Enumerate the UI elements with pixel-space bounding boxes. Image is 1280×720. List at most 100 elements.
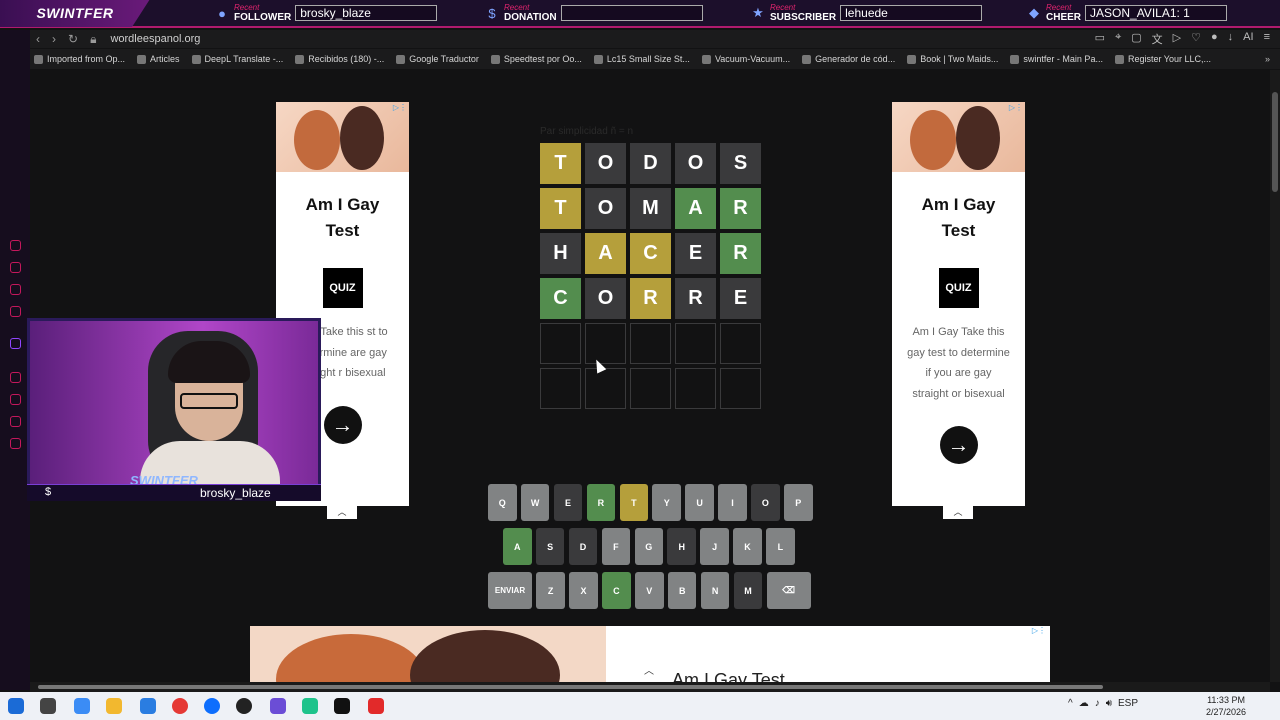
app-icon[interactable]	[236, 698, 252, 714]
download-icon[interactable]: ↓	[1228, 31, 1234, 47]
sidebar-icon-1[interactable]	[10, 240, 21, 251]
mic-icon[interactable]: ♪	[1095, 698, 1100, 709]
key-s[interactable]: S	[535, 528, 565, 565]
heart-icon[interactable]: ♡	[1191, 31, 1201, 47]
menu-icon[interactable]: ≡	[1264, 31, 1270, 47]
bookmark-favicon-icon	[137, 54, 147, 64]
arrow-right-icon[interactable]: →	[939, 426, 978, 464]
bookmark-item[interactable]: Register Your LLC,...	[1114, 54, 1211, 64]
key-w[interactable]: W	[520, 484, 550, 521]
clock[interactable]: 11:33 PM 2/27/2026	[1206, 694, 1246, 718]
backspace-key[interactable]: ⌫	[766, 572, 811, 609]
sidebar-icon-5[interactable]	[10, 372, 21, 383]
ad-choices-icon[interactable]: ▷⋮	[393, 103, 407, 112]
file-explorer-icon[interactable]	[106, 698, 122, 714]
sidebar-icon-7[interactable]	[10, 416, 21, 427]
snapshot-icon[interactable]: ▭	[1095, 31, 1105, 47]
settings-icon[interactable]	[10, 438, 21, 449]
sidebar-icon-6[interactable]	[10, 394, 21, 405]
copilot-icon[interactable]	[74, 698, 90, 714]
key-g[interactable]: G	[634, 528, 664, 565]
key-t[interactable]: T	[619, 484, 649, 521]
enter-key[interactable]: ENVIAR	[488, 572, 532, 609]
task-view-icon[interactable]	[40, 698, 56, 714]
ad-right[interactable]: ▷⋮ Am I Gay Test QUIZ Am I Gay Take this…	[892, 102, 1025, 506]
bookmark-item[interactable]: Recibidos (180) -...	[295, 54, 384, 64]
forward-icon[interactable]: ›	[52, 32, 56, 46]
opera-icon[interactable]	[172, 698, 188, 714]
bookmark-item[interactable]: Google Traductor	[396, 54, 479, 64]
key-l[interactable]: L	[766, 528, 795, 565]
key-f[interactable]: F	[601, 528, 631, 565]
ad-choices-icon[interactable]: ▷⋮	[1009, 103, 1023, 112]
url-text[interactable]: wordleespanol.org	[110, 33, 200, 45]
letter-tile: O	[585, 188, 626, 229]
play-icon[interactable]: ▷	[1173, 31, 1181, 47]
chevron-up-icon[interactable]: ︿	[327, 506, 357, 519]
windows-start-icon[interactable]	[8, 698, 24, 714]
key-k[interactable]: K	[733, 528, 762, 565]
key-r[interactable]: R	[586, 484, 616, 521]
translate-icon[interactable]: 文	[1152, 31, 1163, 47]
app-icon[interactable]	[302, 698, 318, 714]
app-icon[interactable]	[204, 698, 220, 714]
key-x[interactable]: X	[569, 572, 598, 609]
letter-tile: S	[720, 143, 761, 184]
arrow-right-icon[interactable]: →	[323, 405, 362, 444]
sidebar-icon-3[interactable]	[10, 284, 21, 295]
app-icon[interactable]	[368, 698, 384, 714]
back-icon[interactable]: ‹	[36, 32, 40, 46]
bookmark-item[interactable]: Imported from Op...	[34, 54, 125, 64]
bookmark-item[interactable]: swintfer - Main Pa...	[1010, 54, 1103, 64]
bookmark-item[interactable]: DeepL Translate -...	[191, 54, 283, 64]
pin-icon[interactable]: ⌖	[1115, 31, 1121, 47]
chevron-up-icon[interactable]: ︿	[943, 506, 973, 519]
volume-icon[interactable]: 🔊︎	[1106, 698, 1112, 709]
twitch-icon[interactable]	[10, 338, 21, 349]
key-d[interactable]: D	[568, 528, 598, 565]
key-a[interactable]: A	[503, 528, 532, 565]
bookmark-item[interactable]: Generador de cód...	[802, 54, 895, 64]
key-u[interactable]: U	[685, 484, 714, 521]
cloud-icon[interactable]: ☁	[1079, 698, 1089, 709]
key-m[interactable]: M	[733, 572, 763, 609]
letter-tile: H	[540, 233, 581, 274]
key-p[interactable]: P	[784, 484, 813, 521]
key-o[interactable]: O	[751, 484, 780, 521]
key-e[interactable]: E	[553, 484, 583, 521]
bookmarks-more-icon[interactable]: »	[1265, 54, 1270, 64]
bookmark-item[interactable]: Book | Two Maids...	[907, 54, 998, 64]
bookmark-favicon-icon	[1114, 54, 1124, 64]
bookmark-item[interactable]: Speedtest por Oo...	[490, 54, 582, 64]
grid-row: TOMAR	[540, 188, 761, 229]
key-h[interactable]: H	[667, 528, 696, 565]
key-q[interactable]: Q	[488, 484, 517, 521]
obs-icon[interactable]	[270, 698, 286, 714]
key-z[interactable]: Z	[536, 572, 565, 609]
key-n[interactable]: N	[700, 572, 730, 609]
store-icon[interactable]	[140, 698, 156, 714]
key-b[interactable]: B	[667, 572, 697, 609]
bookmark-item[interactable]: Articles	[137, 54, 180, 64]
tray-chevron-icon[interactable]: ^	[1068, 698, 1073, 709]
sidebar-icon-4[interactable]	[10, 306, 21, 317]
horizontal-scrollbar[interactable]	[30, 682, 1270, 692]
sidebar-icon-2[interactable]	[10, 262, 21, 273]
language-indicator[interactable]: ESP	[1118, 698, 1138, 709]
key-v[interactable]: V	[635, 572, 664, 609]
extensions-icon[interactable]: ▢	[1131, 31, 1141, 47]
bookmark-item[interactable]: Vacuum-Vacuum...	[701, 54, 790, 64]
profile-icon[interactable]: ●	[1211, 31, 1218, 47]
tiktok-icon[interactable]	[334, 698, 350, 714]
key-c[interactable]: C	[602, 572, 631, 609]
key-j[interactable]: J	[700, 528, 729, 565]
chevron-up-icon[interactable]: ︿	[634, 664, 664, 682]
key-y[interactable]: Y	[652, 484, 681, 521]
bookmark-item[interactable]: Lc15 Small Size St...	[593, 54, 690, 64]
ad-choices-icon[interactable]: ▷⋮	[1032, 626, 1046, 635]
ai-button[interactable]: AI	[1243, 31, 1253, 47]
vertical-scrollbar[interactable]	[1270, 70, 1280, 682]
reload-icon[interactable]: ↻	[68, 32, 78, 46]
key-i[interactable]: I	[718, 484, 747, 521]
bookmark-label: Recibidos (180) -...	[308, 54, 385, 64]
